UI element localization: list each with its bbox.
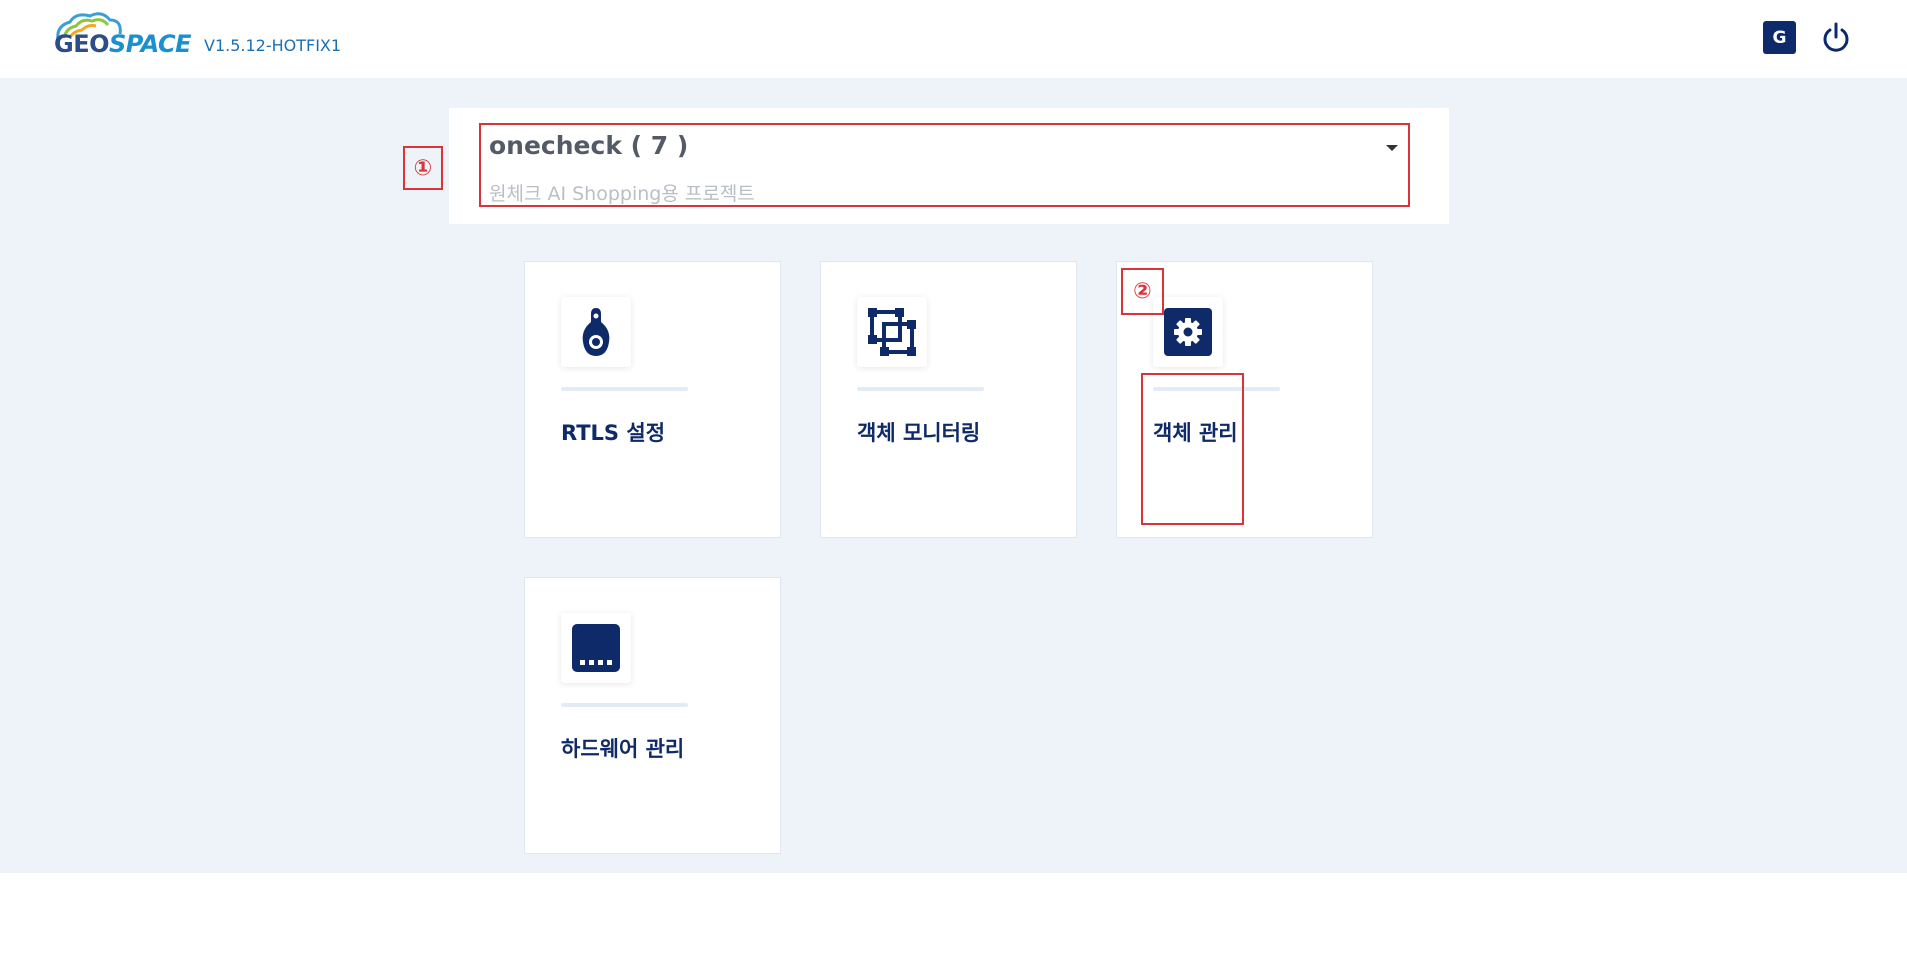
- card-icon-container: [857, 297, 927, 367]
- card-divider: [561, 387, 688, 391]
- card-divider: [561, 703, 688, 707]
- annotation-marker-2: ②: [1121, 268, 1164, 315]
- user-avatar-button[interactable]: G: [1763, 21, 1796, 54]
- project-name: onecheck ( 7 ): [489, 131, 689, 160]
- card-divider: [1153, 387, 1280, 391]
- card-object-monitoring[interactable]: 객체 모니터링: [820, 261, 1077, 538]
- logo-wordmark: GEOSPACE: [54, 30, 192, 58]
- project-select-dropdown[interactable]: onecheck ( 7 ) 원체크 AI Shopping용 프로젝트: [479, 123, 1410, 207]
- geospace-logo[interactable]: GEOSPACE: [52, 10, 198, 64]
- card-label: 하드웨어 관리: [561, 737, 685, 761]
- chevron-down-icon: [1386, 145, 1398, 151]
- card-icon-container: [561, 613, 631, 683]
- card-hardware-management[interactable]: 하드웨어 관리: [524, 577, 781, 854]
- object-bounds-icon: [868, 308, 916, 356]
- logout-button[interactable]: [1819, 21, 1853, 55]
- annotation-marker-1: ①: [403, 146, 443, 190]
- card-icon-container: [561, 297, 631, 367]
- card-rtls-settings[interactable]: RTLS 설정: [524, 261, 781, 538]
- gear-icon: [1164, 308, 1212, 356]
- app-version: V1.5.12-HOTFIX1: [204, 36, 342, 55]
- project-description: 원체크 AI Shopping용 프로젝트: [489, 183, 755, 205]
- app-header: GEOSPACE V1.5.12-HOTFIX1 G: [0, 0, 1907, 78]
- card-label: RTLS 설정: [561, 421, 666, 445]
- card-label: 객체 관리: [1153, 421, 1238, 445]
- card-label: 객체 모니터링: [857, 421, 981, 445]
- hardware-device-icon: [572, 624, 620, 672]
- location-tag-icon: [582, 308, 610, 356]
- project-panel: onecheck ( 7 ) 원체크 AI Shopping용 프로젝트: [449, 108, 1449, 224]
- card-divider: [857, 387, 984, 391]
- main-content: ① onecheck ( 7 ) 원체크 AI Shopping용 프로젝트 R…: [0, 78, 1907, 873]
- power-icon: [1823, 22, 1849, 52]
